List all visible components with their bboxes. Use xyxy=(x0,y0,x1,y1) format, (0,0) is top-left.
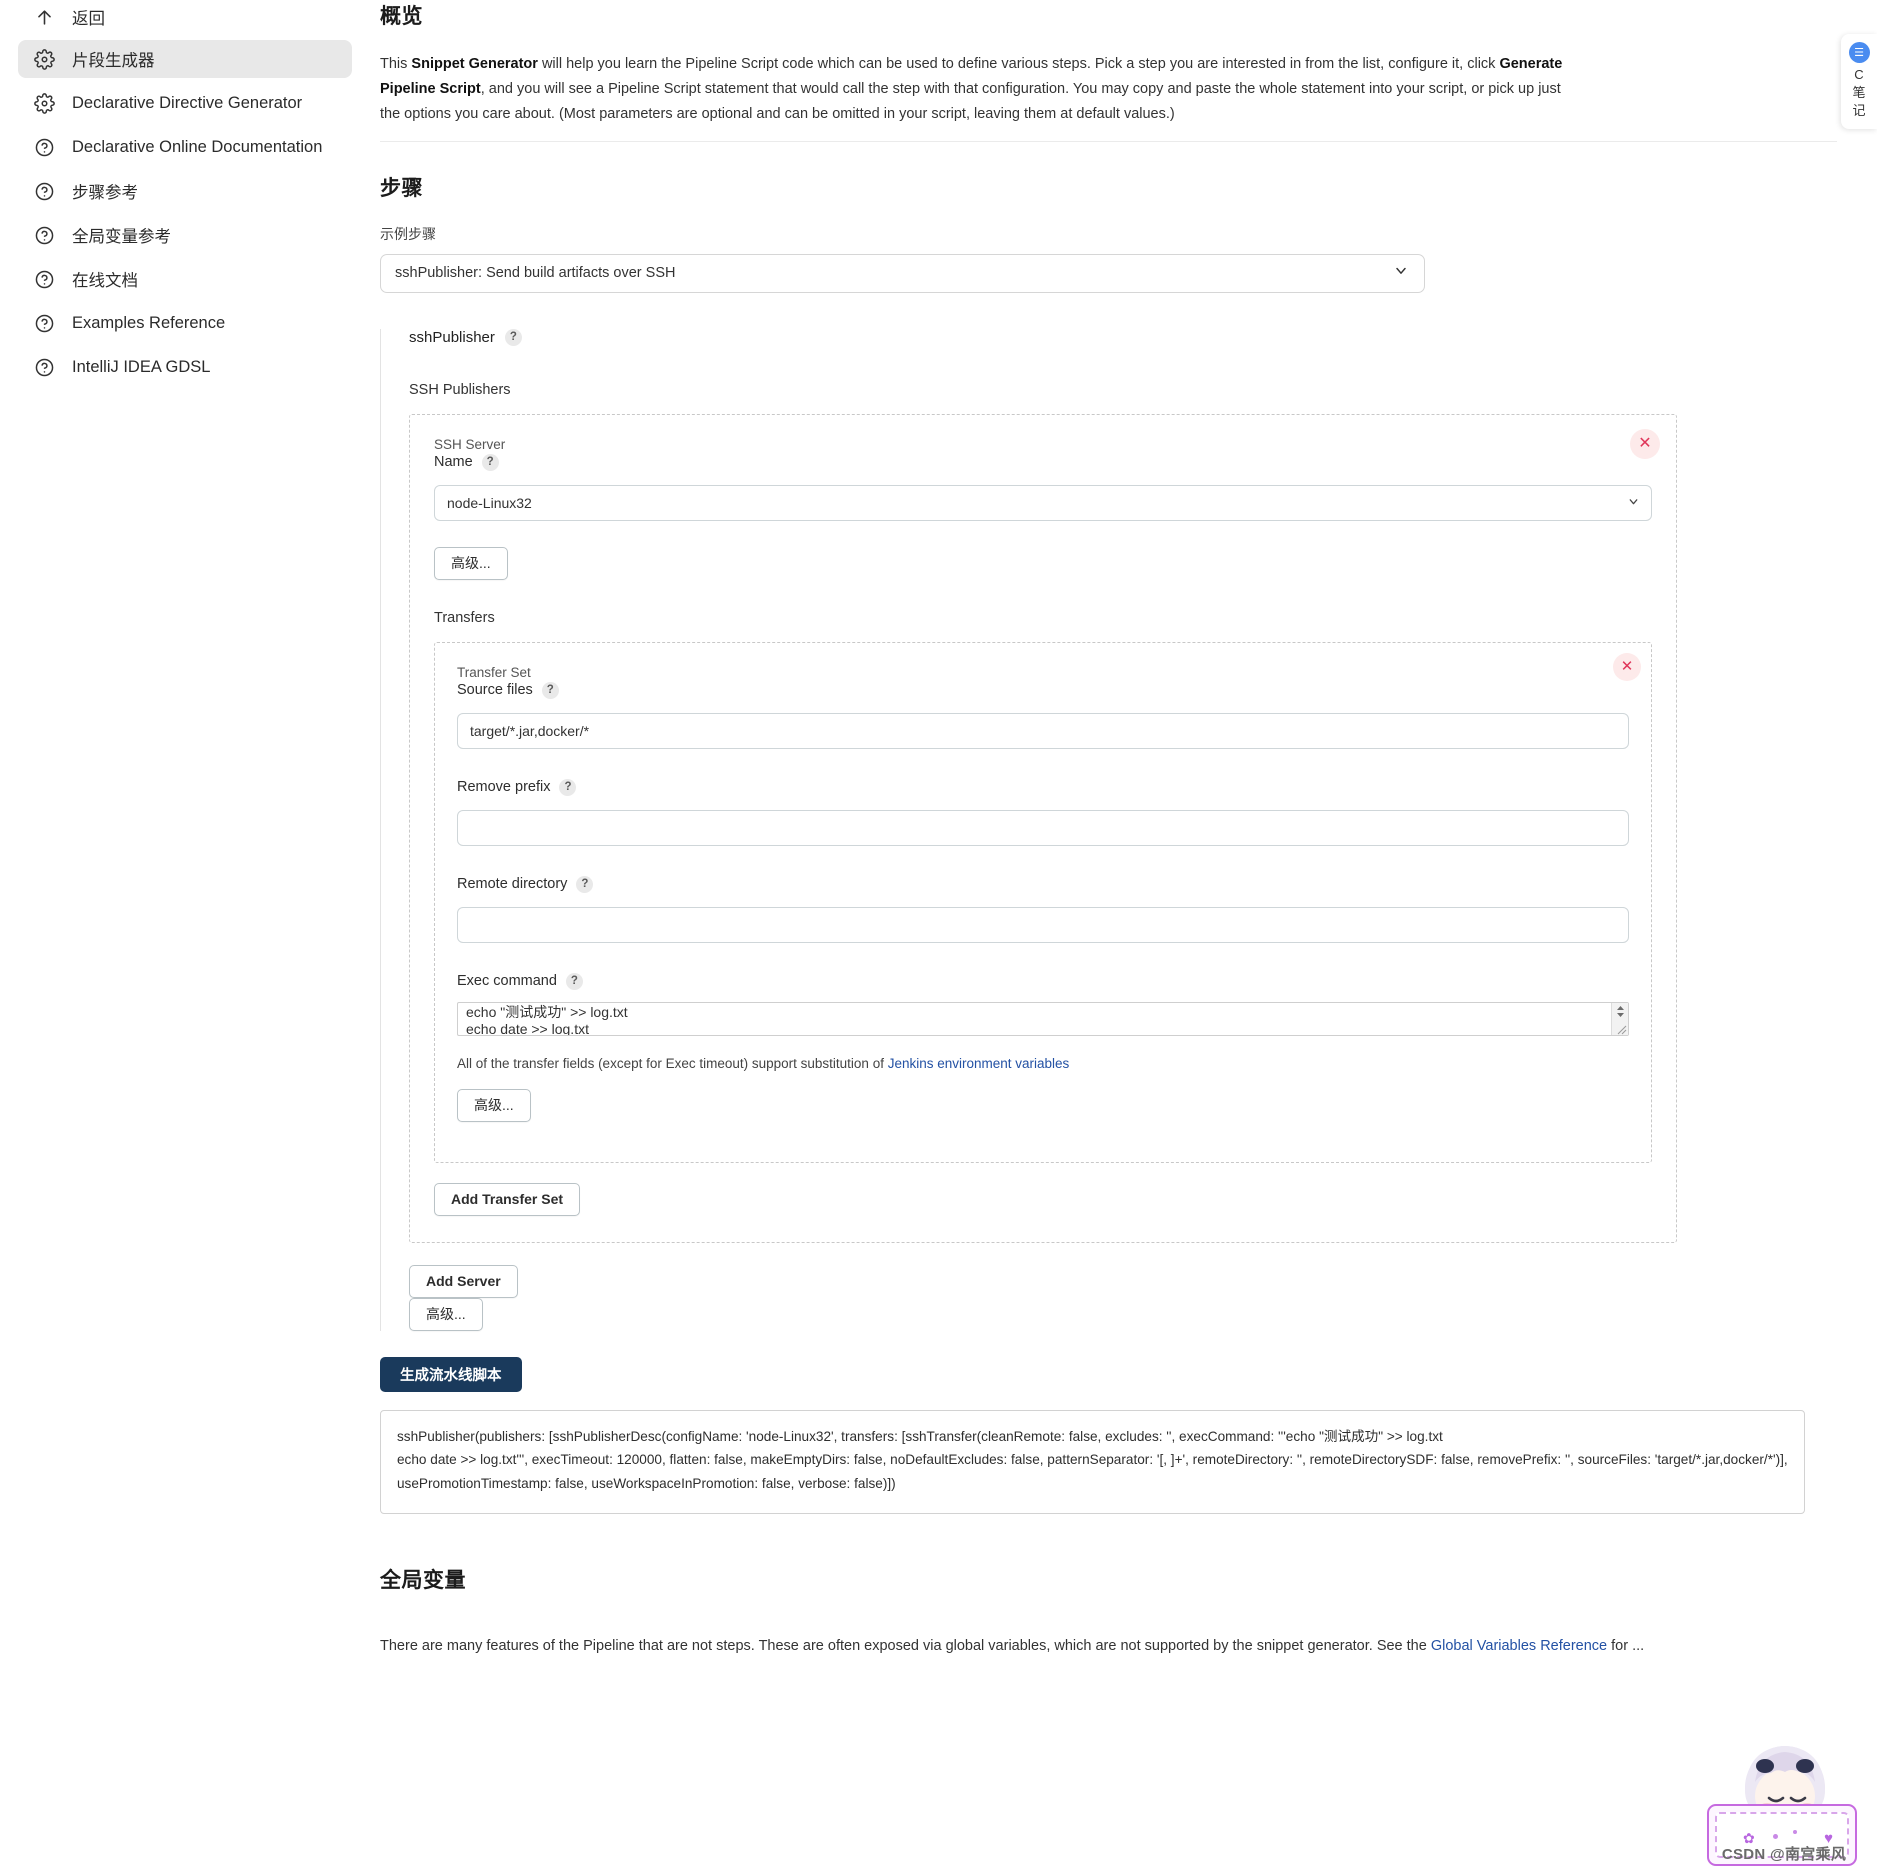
server-name-label: Name xyxy=(434,454,473,471)
help-icon[interactable]: ? xyxy=(481,453,499,471)
generated-script-output[interactable]: sshPublisher(publishers: [sshPublisherDe… xyxy=(380,1409,1805,1514)
server-list-advanced-button[interactable]: 高级... xyxy=(409,1297,483,1331)
add-transfer-set-button[interactable]: Add Transfer Set xyxy=(434,1182,581,1216)
help-icon[interactable]: ? xyxy=(504,328,522,346)
sidebar-item-label: 在线文档 xyxy=(72,272,138,290)
transfer-set-box: ✕ Transfer Set Source files ? Remove pre… xyxy=(434,641,1652,1163)
sidebar-item-label: Declarative Directive Generator xyxy=(72,93,303,112)
sidebar-item-label: IntelliJ IDEA GDSL xyxy=(72,357,211,376)
remote-directory-input[interactable] xyxy=(457,906,1629,943)
jenkins-environment-variables-link[interactable]: Jenkins environment variables xyxy=(888,1056,1070,1071)
step-select-wrapper: sshPublisher: Send build artifacts over … xyxy=(380,253,1425,293)
steps-heading: 步骤 xyxy=(380,176,423,200)
sidebar-item-steps-reference[interactable]: 步骤参考 xyxy=(18,172,352,210)
sidebar: 返回 片段生成器 Declarative Directive Generator… xyxy=(0,0,370,1872)
overview-paragraph: This Snippet Generator will help you lea… xyxy=(380,52,1580,127)
sidebar-item-declarative-directive-generator[interactable]: Declarative Directive Generator xyxy=(18,84,352,122)
textarea-resize-handle[interactable] xyxy=(1615,1022,1627,1035)
notes-widget-line3: 记 xyxy=(1852,102,1866,118)
remove-prefix-input[interactable] xyxy=(457,809,1629,846)
exec-command-wrapper: echo "测试成功" >> log.txt echo date >> log.… xyxy=(457,1001,1629,1036)
sample-step-label: 示例步骤 xyxy=(380,225,436,242)
source-files-input[interactable] xyxy=(457,712,1629,749)
global-variables-reference-link[interactable]: Global Variables Reference xyxy=(1431,1638,1607,1654)
snippet-generator-page: 返回 片段生成器 Declarative Directive Generator… xyxy=(0,0,1877,1872)
server-name-label-row: Name ? xyxy=(434,453,1652,471)
question-icon xyxy=(32,179,56,203)
arrow-up-icon xyxy=(32,5,56,29)
server-name-select[interactable]: node-Linux32 xyxy=(434,484,1652,521)
divider xyxy=(380,140,1837,142)
server-name-select-wrapper: node-Linux32 xyxy=(434,484,1652,521)
global-variables-text-b: for ... xyxy=(1607,1637,1645,1654)
question-icon xyxy=(32,135,56,159)
remove-prefix-label-row: Remove prefix ? xyxy=(457,778,1629,796)
floating-notes-widget[interactable]: ☰ C 笔 记 xyxy=(1841,34,1877,129)
overview-text-a: This xyxy=(380,56,412,72)
question-icon xyxy=(32,223,56,247)
step-title-row: sshPublisher ? xyxy=(409,328,1837,346)
sidebar-item-label: 全局变量参考 xyxy=(72,228,171,246)
env-vars-note: All of the transfer fields (except for E… xyxy=(457,1056,1629,1071)
transfers-label: Transfers xyxy=(434,609,495,626)
step-select[interactable]: sshPublisher: Send build artifacts over … xyxy=(380,253,1425,293)
server-advanced-button[interactable]: 高级... xyxy=(434,546,508,580)
remove-server-button[interactable]: ✕ xyxy=(1630,428,1660,459)
question-icon xyxy=(32,355,56,379)
gear-icon xyxy=(32,47,56,71)
step-config-body: sshPublisher ? SSH Publishers ✕ SSH Serv… xyxy=(380,328,1837,1331)
sidebar-item-intellij-idea-gdsl[interactable]: IntelliJ IDEA GDSL xyxy=(18,348,352,386)
exec-command-textarea[interactable]: echo "测试成功" >> log.txt echo date >> log.… xyxy=(457,1001,1629,1036)
transfer-set-advanced-button[interactable]: 高级... xyxy=(457,1088,531,1122)
sidebar-item-online-documentation[interactable]: 在线文档 xyxy=(18,260,352,298)
step-title: sshPublisher xyxy=(409,328,495,346)
exec-command-label: Exec command xyxy=(457,973,557,990)
remote-directory-label-row: Remote directory ? xyxy=(457,875,1629,893)
sidebar-item-declarative-online-documentation[interactable]: Declarative Online Documentation xyxy=(18,128,352,166)
notes-widget-line2: 笔 xyxy=(1852,84,1866,100)
sidebar-item-examples-reference[interactable]: Examples Reference xyxy=(18,304,352,342)
remote-directory-label: Remote directory xyxy=(457,876,568,893)
sidebar-item-label: 片段生成器 xyxy=(72,52,155,70)
add-server-button[interactable]: Add Server xyxy=(409,1264,518,1298)
ssh-server-group-label: SSH Server xyxy=(434,436,506,452)
help-icon[interactable]: ? xyxy=(559,778,577,796)
help-icon[interactable]: ? xyxy=(541,681,559,699)
overview-text-c: will help you learn the Pipeline Script … xyxy=(537,56,1500,72)
help-icon[interactable]: ? xyxy=(565,972,583,990)
sidebar-item-label: 返回 xyxy=(72,10,105,28)
overview-text-e: , and you will see a Pipeline Script sta… xyxy=(380,80,1561,122)
source-files-label-row: Source files ? xyxy=(457,681,1629,699)
generate-pipeline-script-button[interactable]: 生成流水线脚本 xyxy=(380,1356,522,1392)
transfer-set-group-label: Transfer Set xyxy=(457,664,531,680)
notes-widget-line1: C xyxy=(1854,67,1864,82)
global-variables-paragraph: There are many features of the Pipeline … xyxy=(380,1634,1837,1659)
gear-icon xyxy=(32,91,56,115)
question-icon xyxy=(32,267,56,291)
question-icon xyxy=(32,311,56,335)
sidebar-item-label: Examples Reference xyxy=(72,313,226,332)
sidebar-item-snippet-generator[interactable]: 片段生成器 xyxy=(18,40,352,78)
ssh-server-box: ✕ SSH Server Name ? node-Linux32 高级... T… xyxy=(409,413,1677,1243)
sidebar-item-label: 步骤参考 xyxy=(72,184,138,202)
overview-bold-snippet-generator: Snippet Generator xyxy=(411,56,538,72)
exec-command-label-row: Exec command ? xyxy=(457,972,1629,990)
main-content: 概览 This Snippet Generator will help you … xyxy=(370,0,1877,1872)
global-variables-text-a: There are many features of the Pipeline … xyxy=(380,1637,1431,1654)
sidebar-item-label: Declarative Online Documentation xyxy=(72,137,323,156)
notes-badge-icon: ☰ xyxy=(1848,42,1870,63)
overview-heading: 概览 xyxy=(380,5,423,28)
sidebar-item-back[interactable]: 返回 xyxy=(18,0,352,34)
sidebar-item-global-variables-reference[interactable]: 全局变量参考 xyxy=(18,216,352,254)
remove-prefix-label: Remove prefix xyxy=(457,779,551,796)
env-vars-note-text: All of the transfer fields (except for E… xyxy=(457,1055,888,1071)
ssh-publishers-label: SSH Publishers xyxy=(409,381,511,398)
source-files-label: Source files xyxy=(457,682,533,699)
remove-transfer-set-button[interactable]: ✕ xyxy=(1613,652,1641,681)
help-icon[interactable]: ? xyxy=(576,875,594,893)
global-variables-heading: 全局变量 xyxy=(380,1568,466,1592)
